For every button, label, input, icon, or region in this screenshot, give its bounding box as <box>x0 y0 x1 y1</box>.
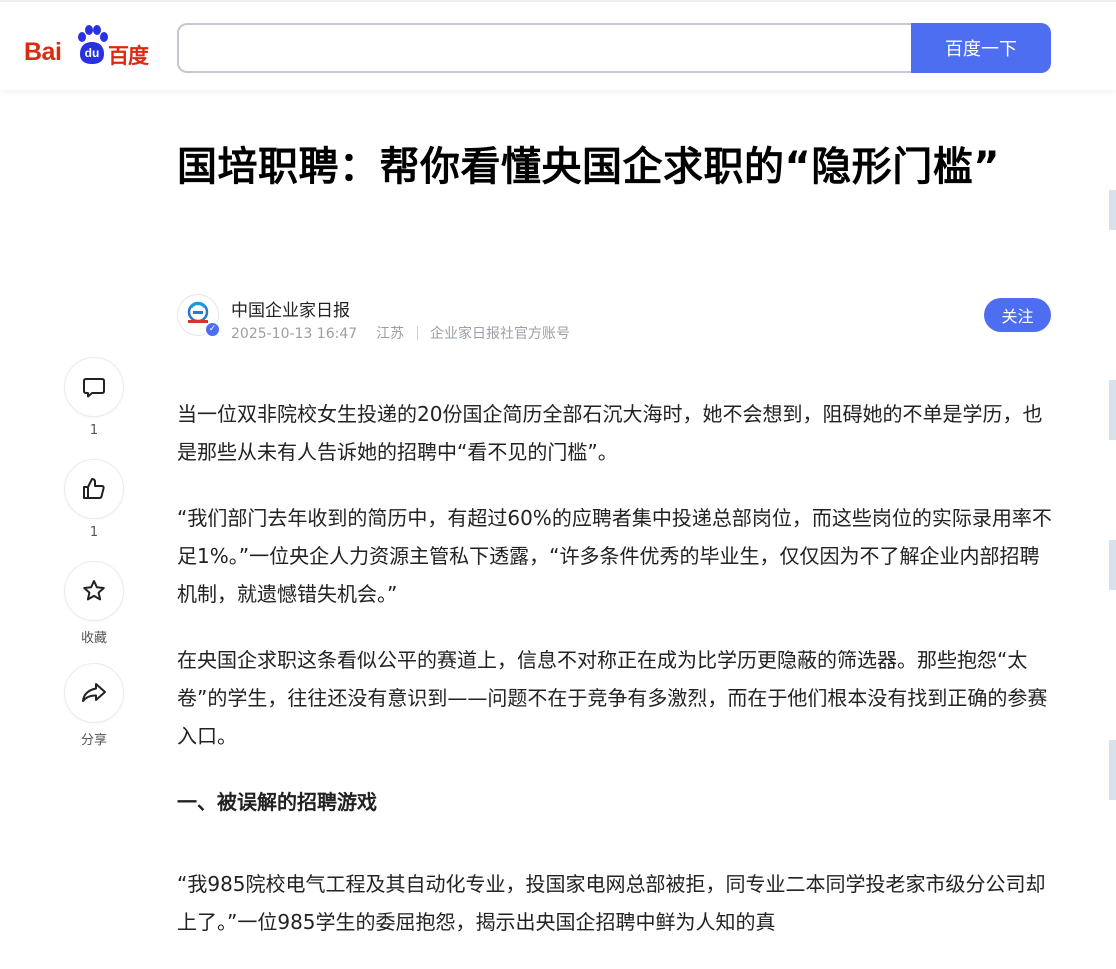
verified-badge-icon: ✓ <box>205 322 220 337</box>
comment-count: 1 <box>89 423 99 438</box>
meta-divider <box>416 326 418 340</box>
article-paragraph: 在央国企求职这条看似公平的赛道上，信息不对称正在成为比学历更隐蔽的筛选器。那些抱… <box>177 648 1048 748</box>
top-header: Bai du 百度 百度一下 <box>0 0 1116 90</box>
right-edge-ad-strip <box>1109 180 1116 923</box>
logo-text-bai: Bai <box>24 38 62 66</box>
share-button[interactable] <box>64 663 124 723</box>
article-paragraph: “我985院校电气工程及其自动化专业，投国家电网总部被拒，同专业二本同学投老家市… <box>177 872 1046 934</box>
like-button[interactable] <box>64 459 124 519</box>
article-body: 当一位双非院校女生投递的20份国企简历全部石沉大海时，她不会想到，阻碍她的不单是… <box>177 395 1052 969</box>
share-icon <box>82 683 106 702</box>
logo-text-baidu-cn: 百度 <box>108 44 149 68</box>
like-count: 1 <box>89 525 99 540</box>
favorite-action[interactable]: 收藏 <box>64 561 124 646</box>
section-heading: 一、被误解的招聘游戏 <box>177 790 377 814</box>
author-meta: 2025-10-13 16:47 江苏 企业家日报社官方账号 <box>231 323 570 343</box>
article-paragraph: “我们部门去年收到的简历中，有超过60%的应聘者集中投递总部岗位，而这些岗位的实… <box>177 506 1052 606</box>
search-button[interactable]: 百度一下 <box>911 23 1051 73</box>
publish-date: 2025-10-13 16:47 <box>231 326 358 342</box>
favorite-label: 收藏 <box>80 631 107 646</box>
publisher-logo-icon <box>187 301 209 323</box>
article-title: 国培职聘：帮你看懂央国企求职的“隐形门槛” <box>177 144 1001 190</box>
favorite-button[interactable] <box>64 561 124 621</box>
comment-icon <box>83 378 105 398</box>
share-label: 分享 <box>80 733 107 748</box>
thumbs-up-icon <box>83 478 105 499</box>
article-paragraph: 当一位双非院校女生投递的20份国企简历全部石沉大海时，她不会想到，阻碍她的不单是… <box>177 402 1043 464</box>
author-avatar[interactable]: ✓ <box>177 294 220 337</box>
account-type: 企业家日报社官方账号 <box>429 326 570 342</box>
like-action[interactable]: 1 <box>64 459 124 540</box>
comment-button[interactable] <box>64 357 124 417</box>
follow-button[interactable]: 关注 <box>984 298 1051 332</box>
publish-location: 江苏 <box>376 326 405 342</box>
star-icon <box>83 580 105 601</box>
author-name[interactable]: 中国企业家日报 <box>231 296 350 321</box>
baidu-logo[interactable]: Bai du 百度 <box>24 22 156 72</box>
comment-action[interactable]: 1 <box>64 357 124 438</box>
share-action[interactable]: 分享 <box>64 663 124 748</box>
search-input[interactable] <box>177 23 915 73</box>
logo-text-du: du <box>84 46 100 60</box>
